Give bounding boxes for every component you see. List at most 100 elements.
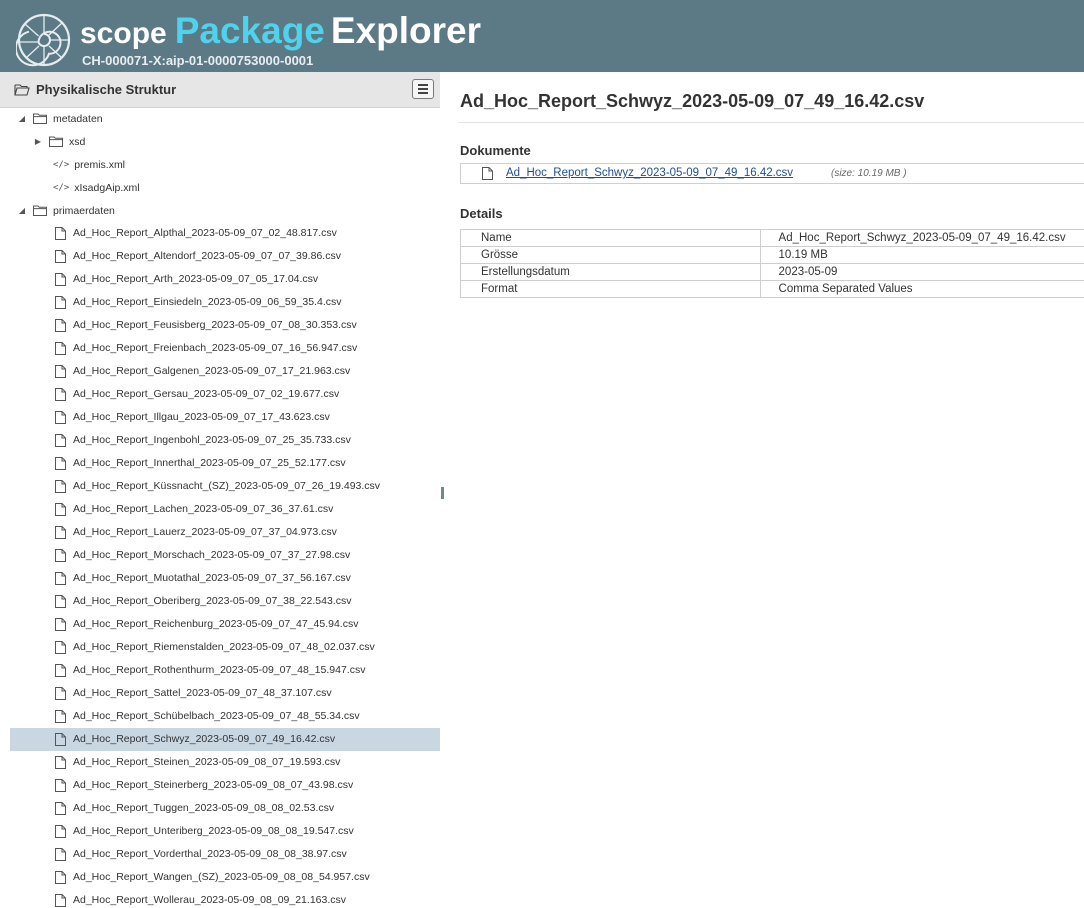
panel-resize-handle[interactable]: [441, 487, 444, 499]
tree-file-item[interactable]: Ad_Hoc_Report_Feusisberg_2023-05-09_07_0…: [10, 314, 440, 337]
document-icon: [55, 296, 66, 312]
document-icon: [55, 618, 66, 634]
tree-file-item[interactable]: Ad_Hoc_Report_Rothenthurm_2023-05-09_07_…: [10, 659, 440, 682]
tree-file-item[interactable]: Ad_Hoc_Report_Innerthal_2023-05-09_07_25…: [10, 452, 440, 475]
details-key: Name: [460, 229, 761, 247]
document-icon: [55, 641, 66, 657]
tree-file-label: Ad_Hoc_Report_Sattel_2023-05-09_07_48_37…: [73, 687, 332, 699]
documents-heading: Dokumente: [460, 143, 531, 158]
tree-file-label: Ad_Hoc_Report_Lachen_2023-05-09_07_36_37…: [73, 503, 334, 515]
tree-file-label: Ad_Hoc_Report_Arth_2023-05-09_07_05_17.0…: [73, 273, 319, 285]
tree-label: xIsadgAip.xml: [74, 181, 140, 194]
brand-explorer: Explorer: [330, 10, 482, 51]
tree-folder-primaerdaten[interactable]: ◢ primaerdaten: [17, 199, 115, 222]
expanded-arrow-icon[interactable]: ◢: [17, 114, 27, 123]
tree-file-label: Ad_Hoc_Report_Muotathal_2023-05-09_07_37…: [73, 572, 351, 584]
tree-file-item[interactable]: Ad_Hoc_Report_Galgenen_2023-05-09_07_17_…: [10, 360, 440, 383]
tree-file-item[interactable]: Ad_Hoc_Report_Reichenburg_2023-05-09_07_…: [10, 613, 440, 636]
document-size: (size: 10.19 MB ): [831, 168, 907, 179]
tree-file-label: Ad_Hoc_Report_Innerthal_2023-05-09_07_25…: [73, 457, 346, 469]
title-divider: [458, 122, 1084, 123]
folder-open-icon: [14, 84, 30, 96]
tree-label: xsd: [69, 135, 86, 148]
details-table: Name Ad_Hoc_Report_Schwyz_2023-05-09_07_4…: [460, 229, 1084, 298]
document-icon: [55, 319, 66, 335]
tree-file-item[interactable]: Ad_Hoc_Report_Sattel_2023-05-09_07_48_37…: [10, 682, 440, 705]
tree-file-item[interactable]: Ad_Hoc_Report_Muotathal_2023-05-09_07_37…: [10, 567, 440, 590]
collapsed-arrow-icon[interactable]: ▶: [33, 137, 43, 146]
tree-file-item[interactable]: Ad_Hoc_Report_Vorderthal_2023-05-09_08_0…: [10, 843, 440, 866]
document-icon: [55, 779, 66, 795]
tree-file-premis[interactable]: </> premis.xml: [53, 153, 125, 176]
details-row: Grösse 10.19 MB: [460, 246, 1084, 264]
tree-folder-metadaten[interactable]: ◢ metadaten: [17, 107, 103, 130]
tree-file-item[interactable]: Ad_Hoc_Report_Illgau_2023-05-09_07_17_43…: [10, 406, 440, 429]
folder-icon: [33, 205, 47, 216]
document-icon: [55, 687, 66, 703]
details-key: Format: [460, 280, 761, 298]
tree-file-item[interactable]: Ad_Hoc_Report_Morschach_2023-05-09_07_37…: [10, 544, 440, 567]
tree-folder-xsd[interactable]: ▶ xsd: [33, 130, 85, 153]
tree-file-xlsadg[interactable]: </> xIsadgAip.xml: [53, 176, 140, 199]
tree-file-item[interactable]: Ad_Hoc_Report_Riemenstalden_2023-05-09_0…: [10, 636, 440, 659]
structure-sidebar: Physikalische Struktur ◢ metadaten ▶ xsd…: [0, 72, 440, 908]
tree-file-label: Ad_Hoc_Report_Reichenburg_2023-05-09_07_…: [73, 618, 359, 630]
brand-title: scope Package Explorer: [80, 10, 481, 52]
document-icon: [55, 710, 66, 726]
document-icon: [55, 434, 66, 450]
tree-file-label: Ad_Hoc_Report_Einsiedeln_2023-05-09_06_5…: [73, 296, 342, 308]
expanded-arrow-icon[interactable]: ◢: [17, 206, 27, 215]
tree-file-item[interactable]: Ad_Hoc_Report_Ingenbohl_2023-05-09_07_25…: [10, 429, 440, 452]
document-icon: [55, 250, 66, 266]
document-download-link[interactable]: Ad_Hoc_Report_Schwyz_2023-05-09_07_49_16…: [506, 167, 793, 179]
details-row: Name Ad_Hoc_Report_Schwyz_2023-05-09_07_4…: [460, 229, 1084, 247]
tree-file-item[interactable]: Ad_Hoc_Report_Lauerz_2023-05-09_07_37_04…: [10, 521, 440, 544]
tree-file-item[interactable]: Ad_Hoc_Report_Tuggen_2023-05-09_08_08_02…: [10, 797, 440, 820]
document-icon: [55, 733, 66, 749]
tree-file-item[interactable]: Ad_Hoc_Report_Schwyz_2023-05-09_07_49_16…: [10, 728, 440, 751]
tree-file-item[interactable]: Ad_Hoc_Report_Altendorf_2023-05-09_07_07…: [10, 245, 440, 268]
document-icon: [55, 848, 66, 864]
details-value: Ad_Hoc_Report_Schwyz_2023-05-09_07_49_16…: [759, 229, 1084, 247]
tree-file-item[interactable]: Ad_Hoc_Report_Steinen_2023-05-09_08_07_1…: [10, 751, 440, 774]
document-icon: [55, 388, 66, 404]
tree-file-label: Ad_Hoc_Report_Freienbach_2023-05-09_07_1…: [73, 342, 358, 354]
tree-file-label: Ad_Hoc_Report_Steinen_2023-05-09_08_07_1…: [73, 756, 341, 768]
tree-file-item[interactable]: Ad_Hoc_Report_Alpthal_2023-05-09_07_02_4…: [10, 222, 440, 245]
tree-file-item[interactable]: Ad_Hoc_Report_Freienbach_2023-05-09_07_1…: [10, 337, 440, 360]
sidebar-menu-button[interactable]: [412, 79, 434, 99]
tree-file-label: Ad_Hoc_Report_Wollerau_2023-05-09_08_09_…: [73, 894, 346, 906]
tree-file-item[interactable]: Ad_Hoc_Report_Wangen_(SZ)_2023-05-09_08_…: [10, 866, 440, 889]
aip-identifier: CH-000071-X:aip-01-0000753000-0001: [82, 53, 314, 68]
tree-label: premis.xml: [74, 158, 126, 171]
tree-file-item[interactable]: Ad_Hoc_Report_Lachen_2023-05-09_07_36_37…: [10, 498, 440, 521]
tree-file-item[interactable]: Ad_Hoc_Report_Unteriberg_2023-05-09_08_0…: [10, 820, 440, 843]
document-icon: [55, 756, 66, 772]
tree-file-label: Ad_Hoc_Report_Oberiberg_2023-05-09_07_38…: [73, 595, 352, 607]
details-row: Erstellungsdatum 2023-05-09: [460, 263, 1084, 281]
tree-file-item[interactable]: Ad_Hoc_Report_Gersau_2023-05-09_07_02_19…: [10, 383, 440, 406]
details-heading: Details: [460, 206, 503, 221]
tree-file-item[interactable]: Ad_Hoc_Report_Arth_2023-05-09_07_05_17.0…: [10, 268, 440, 291]
page-title: Ad_Hoc_Report_Schwyz_2023-05-09_07_49_16…: [460, 91, 925, 111]
tree-file-label: Ad_Hoc_Report_Schwyz_2023-05-09_07_49_16…: [73, 733, 336, 745]
document-icon: [55, 871, 66, 887]
tree-file-item[interactable]: Ad_Hoc_Report_Steinerberg_2023-05-09_08_…: [10, 774, 440, 797]
tree-file-item[interactable]: Ad_Hoc_Report_Oberiberg_2023-05-09_07_38…: [10, 590, 440, 613]
tree-file-item[interactable]: Ad_Hoc_Report_Einsiedeln_2023-05-09_06_5…: [10, 291, 440, 314]
sidebar-title: Physikalische Struktur: [36, 82, 177, 97]
tree-file-label: Ad_Hoc_Report_Unteriberg_2023-05-09_08_0…: [73, 825, 354, 837]
code-icon: </>: [53, 159, 70, 170]
tree-file-item[interactable]: Ad_Hoc_Report_Wollerau_2023-05-09_08_09_…: [10, 889, 440, 908]
tree-file-label: Ad_Hoc_Report_Tuggen_2023-05-09_08_08_02…: [73, 802, 335, 814]
document-icon: [55, 664, 66, 680]
document-icon: [55, 227, 66, 243]
document-icon: [55, 273, 66, 289]
details-value: 10.19 MB: [759, 246, 1084, 264]
tree-file-label: Ad_Hoc_Report_Küssnacht_(SZ)_2023-05-09_…: [73, 480, 381, 492]
folder-icon: [33, 113, 47, 124]
tree-file-item[interactable]: Ad_Hoc_Report_Küssnacht_(SZ)_2023-05-09_…: [10, 475, 440, 498]
tree-file-item[interactable]: Ad_Hoc_Report_Schübelbach_2023-05-09_07_…: [10, 705, 440, 728]
details-row: Format Comma Separated Values: [460, 280, 1084, 298]
tree-label: primaerdaten: [53, 204, 115, 217]
